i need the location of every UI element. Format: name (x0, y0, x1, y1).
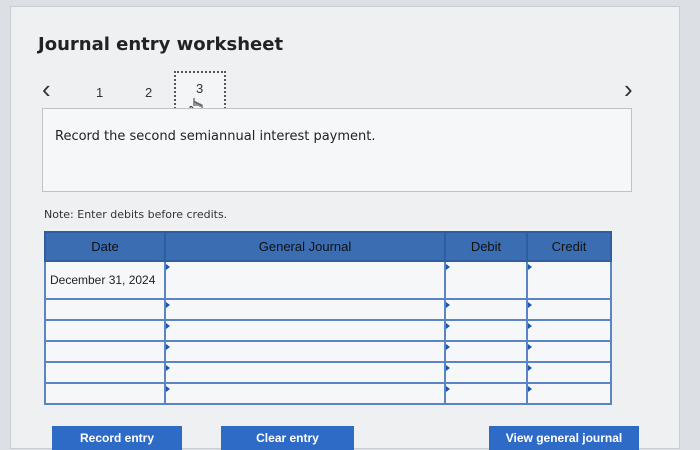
account-cell[interactable] (164, 298, 446, 321)
table-row (44, 340, 612, 363)
date-cell[interactable] (44, 340, 166, 363)
step-1[interactable]: 1 (96, 85, 103, 100)
step-3-label: 3 (196, 81, 204, 96)
table-header-row: Date General Journal Debit Credit (44, 231, 612, 262)
record-entry-button[interactable]: Record entry (52, 426, 182, 450)
cell-marker-icon (528, 264, 532, 270)
cell-marker-icon (446, 323, 450, 329)
instruction-box: Record the second semiannual interest pa… (42, 108, 632, 192)
cell-marker-icon (166, 344, 170, 350)
table-row (44, 382, 612, 405)
date-value: December 31, 2024 (50, 273, 156, 287)
account-cell[interactable] (164, 382, 446, 405)
cell-marker-icon (528, 344, 532, 350)
debit-cell[interactable] (444, 382, 528, 405)
debit-cell[interactable] (444, 319, 528, 342)
cell-marker-icon (446, 302, 450, 308)
cell-marker-icon (528, 365, 532, 371)
cell-marker-icon (446, 386, 450, 392)
header-credit: Credit (526, 231, 612, 262)
table-row (44, 298, 612, 321)
header-debit: Debit (444, 231, 528, 262)
cell-marker-icon (166, 302, 170, 308)
date-cell[interactable]: December 31, 2024 (44, 260, 166, 300)
account-cell[interactable] (164, 340, 446, 363)
credit-cell[interactable] (526, 298, 612, 321)
credit-cell[interactable] (526, 260, 612, 300)
account-cell[interactable] (164, 319, 446, 342)
cell-marker-icon (446, 344, 450, 350)
step-2[interactable]: 2 (145, 85, 152, 100)
header-date: Date (44, 231, 166, 262)
journal-table: Date General Journal Debit Credit Decemb… (44, 231, 612, 405)
debit-cell[interactable] (444, 361, 528, 384)
cell-marker-icon (528, 386, 532, 392)
chevron-right-icon[interactable]: › (624, 76, 633, 102)
date-cell[interactable] (44, 382, 166, 405)
note-text: Note: Enter debits before credits. (44, 208, 228, 221)
instruction-text: Record the second semiannual interest pa… (55, 129, 376, 144)
cell-marker-icon (528, 323, 532, 329)
cell-marker-icon (166, 264, 170, 270)
date-cell[interactable] (44, 298, 166, 321)
debit-cell[interactable] (444, 260, 528, 300)
credit-cell[interactable] (526, 319, 612, 342)
credit-cell[interactable] (526, 382, 612, 405)
cell-marker-icon (446, 264, 450, 270)
cell-marker-icon (446, 365, 450, 371)
cell-marker-icon (166, 386, 170, 392)
header-general-journal: General Journal (164, 231, 446, 262)
cell-marker-icon (166, 323, 170, 329)
credit-cell[interactable] (526, 340, 612, 363)
cell-marker-icon (166, 365, 170, 371)
credit-cell[interactable] (526, 361, 612, 384)
account-cell[interactable] (164, 260, 446, 300)
table-row (44, 361, 612, 384)
debit-cell[interactable] (444, 298, 528, 321)
page-title: Journal entry worksheet (38, 34, 284, 55)
account-cell[interactable] (164, 361, 446, 384)
date-cell[interactable] (44, 361, 166, 384)
date-cell[interactable] (44, 319, 166, 342)
clear-entry-button[interactable]: Clear entry (221, 426, 354, 450)
view-general-journal-button[interactable]: View general journal (489, 426, 639, 450)
debit-cell[interactable] (444, 340, 528, 363)
chevron-left-icon[interactable]: ‹ (42, 76, 51, 102)
table-row: December 31, 2024 (44, 260, 612, 300)
cell-marker-icon (528, 302, 532, 308)
table-row (44, 319, 612, 342)
